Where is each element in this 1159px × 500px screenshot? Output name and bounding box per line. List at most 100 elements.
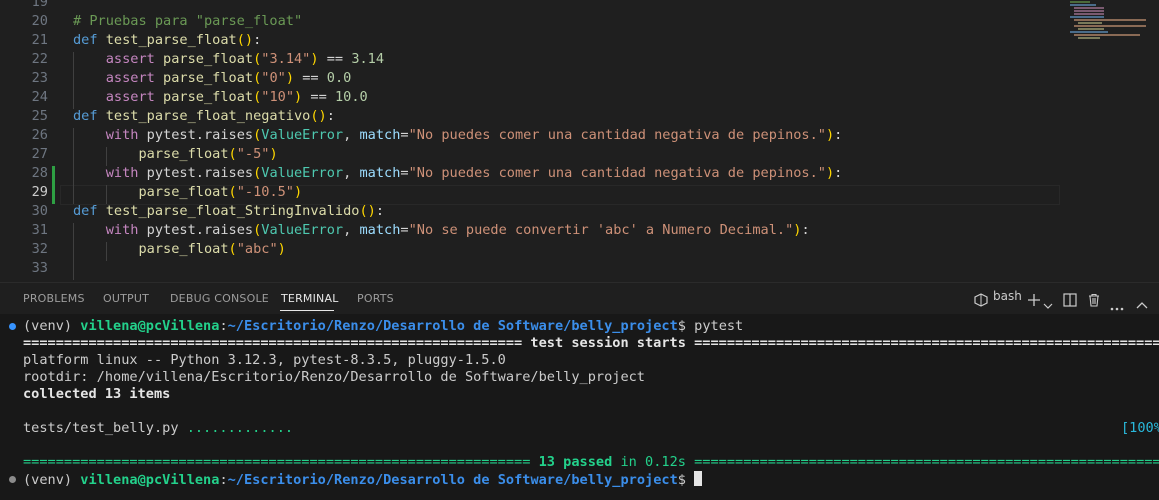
code-token: def xyxy=(73,32,106,48)
code-token: () xyxy=(236,32,254,48)
code-line[interactable]: 24 assert parse_float("10") == 10.0 xyxy=(0,88,1159,107)
code-line[interactable]: 31 with pytest.raises(ValueError, match=… xyxy=(0,221,1159,240)
code-token: : xyxy=(375,203,385,219)
code-text: def test_parse_float_negativo(): xyxy=(73,107,335,126)
shell-label[interactable]: bash xyxy=(993,289,1022,303)
code-line[interactable]: 33 xyxy=(0,259,1159,278)
code-token: == xyxy=(302,89,335,105)
code-token: == xyxy=(294,70,327,86)
chevron-down-icon[interactable] xyxy=(1043,295,1053,314)
code-line[interactable]: 30 def test_parse_float_StringInvalido(): xyxy=(0,202,1159,221)
terminal-progress: [100% xyxy=(1121,420,1159,436)
code-token: with xyxy=(105,127,147,143)
code-text: assert parse_float("3.14") == 3.14 xyxy=(73,50,384,69)
line-number: 22 xyxy=(31,51,48,67)
code-token: ( xyxy=(228,146,237,162)
code-token: match xyxy=(359,127,401,143)
add-icon[interactable] xyxy=(1027,292,1041,311)
code-token: ) xyxy=(294,89,303,105)
code-line[interactable]: 22 assert parse_float("3.14") == 3.14 xyxy=(0,50,1159,69)
terminal-line-collected: collected 13 items xyxy=(23,386,171,402)
code-line[interactable]: 21 def test_parse_float(): xyxy=(0,31,1159,50)
code-line[interactable]: 19 xyxy=(0,0,1159,12)
line-number: 29 xyxy=(31,184,48,200)
code-token: == xyxy=(318,51,352,67)
code-token: match xyxy=(359,165,401,181)
code-text: with pytest.raises(ValueError, match="No… xyxy=(73,164,843,183)
code-line[interactable]: 20 # Pruebas para "parse_float" xyxy=(0,12,1159,31)
code-token: def xyxy=(73,203,106,219)
code-line[interactable]: 28 with pytest.raises(ValueError, match=… xyxy=(0,164,1159,183)
maximize-icon[interactable] xyxy=(1136,294,1148,313)
tab-debug-console[interactable]: DEBUG CONSOLE xyxy=(170,292,269,305)
code-token: with xyxy=(105,222,147,238)
line-number: 32 xyxy=(31,241,48,257)
trash-icon[interactable] xyxy=(1087,292,1101,311)
code-text: assert parse_float("0") == 0.0 xyxy=(73,69,352,88)
tab-problems[interactable]: PROBLEMS xyxy=(23,292,85,305)
split-icon[interactable] xyxy=(1063,292,1077,311)
terminal-line-session: ========================================… xyxy=(23,335,1159,351)
tab-terminal[interactable]: TERMINAL xyxy=(281,292,339,305)
line-number: 28 xyxy=(31,165,48,181)
code-token: parse_float xyxy=(163,89,254,105)
code-line[interactable]: 27 parse_float("-5") xyxy=(0,145,1159,164)
code-token: , xyxy=(343,127,360,143)
code-token: parse_float xyxy=(138,241,229,257)
code-token: ) xyxy=(269,146,278,162)
line-number: 33 xyxy=(31,260,48,276)
code-token: : xyxy=(326,108,335,124)
tab-output[interactable]: OUTPUT xyxy=(103,292,149,305)
code-token: 3.14 xyxy=(351,51,385,67)
terminal[interactable]: (venv) villena@pcVillena:~/Escritorio/Re… xyxy=(0,314,1159,500)
code-token: parse_float xyxy=(138,146,229,162)
command-status-icon[interactable] xyxy=(9,323,16,330)
panel-tab-bar: PROBLEMS OUTPUT DEBUG CONSOLE TERMINAL P… xyxy=(0,282,1159,315)
code-token: ) xyxy=(277,241,286,257)
code-token: "No puedes comer una cantidad negativa d… xyxy=(408,127,826,143)
line-number: 30 xyxy=(31,203,48,219)
code-line[interactable]: 23 assert parse_float("0") == 0.0 xyxy=(0,69,1159,88)
code-line[interactable]: 32 parse_float("abc") xyxy=(0,240,1159,259)
code-token: , xyxy=(343,222,360,238)
terminal-line-prompt: (venv) villena@pcVillena:~/Escritorio/Re… xyxy=(23,318,744,334)
minimap[interactable] xyxy=(1062,0,1152,40)
command-status-icon[interactable] xyxy=(9,476,16,483)
code-token: : xyxy=(834,165,843,181)
code-token: ValueError xyxy=(261,222,344,238)
code-token: match xyxy=(359,222,401,238)
code-token: test_parse_float xyxy=(105,32,237,48)
more-icon[interactable] xyxy=(1110,296,1124,315)
code-token: def xyxy=(73,108,106,124)
code-token: "0" xyxy=(261,70,286,86)
line-number: 25 xyxy=(31,108,48,124)
code-text: parse_float("-10.5") xyxy=(73,183,302,202)
code-token: pytest.raises xyxy=(146,165,254,181)
code-line[interactable]: 29 parse_float("-10.5") xyxy=(0,183,1159,202)
code-token: # Pruebas para "parse_float" xyxy=(73,13,303,29)
code-token: "No puedes comer una cantidad negativa d… xyxy=(408,165,826,181)
code-token: test_parse_float_StringInvalido xyxy=(105,203,360,219)
line-number: 19 xyxy=(31,0,48,10)
terminal-icon[interactable] xyxy=(974,292,988,311)
tab-ports[interactable]: PORTS xyxy=(357,292,394,305)
code-token: () xyxy=(359,203,376,219)
code-text: def test_parse_float_StringInvalido(): xyxy=(73,202,384,221)
code-token: ) xyxy=(294,184,303,200)
code-editor[interactable]: 19 20 # Pruebas para "parse_float" 21 def te… xyxy=(0,0,1159,282)
terminal-line-tests: tests/test_belly.py ............. xyxy=(23,420,294,436)
code-text: with pytest.raises(ValueError, match="No… xyxy=(73,221,810,240)
code-token: ( xyxy=(228,184,237,200)
code-token: assert xyxy=(105,89,164,105)
code-token: ) xyxy=(825,165,835,181)
code-token: 0.0 xyxy=(326,70,352,86)
code-line[interactable]: 25 def test_parse_float_negativo(): xyxy=(0,107,1159,126)
code-line[interactable]: 26 with pytest.raises(ValueError, match=… xyxy=(0,126,1159,145)
terminal-line-rootdir: rootdir: /home/villena/Escritorio/Renzo/… xyxy=(23,369,645,385)
